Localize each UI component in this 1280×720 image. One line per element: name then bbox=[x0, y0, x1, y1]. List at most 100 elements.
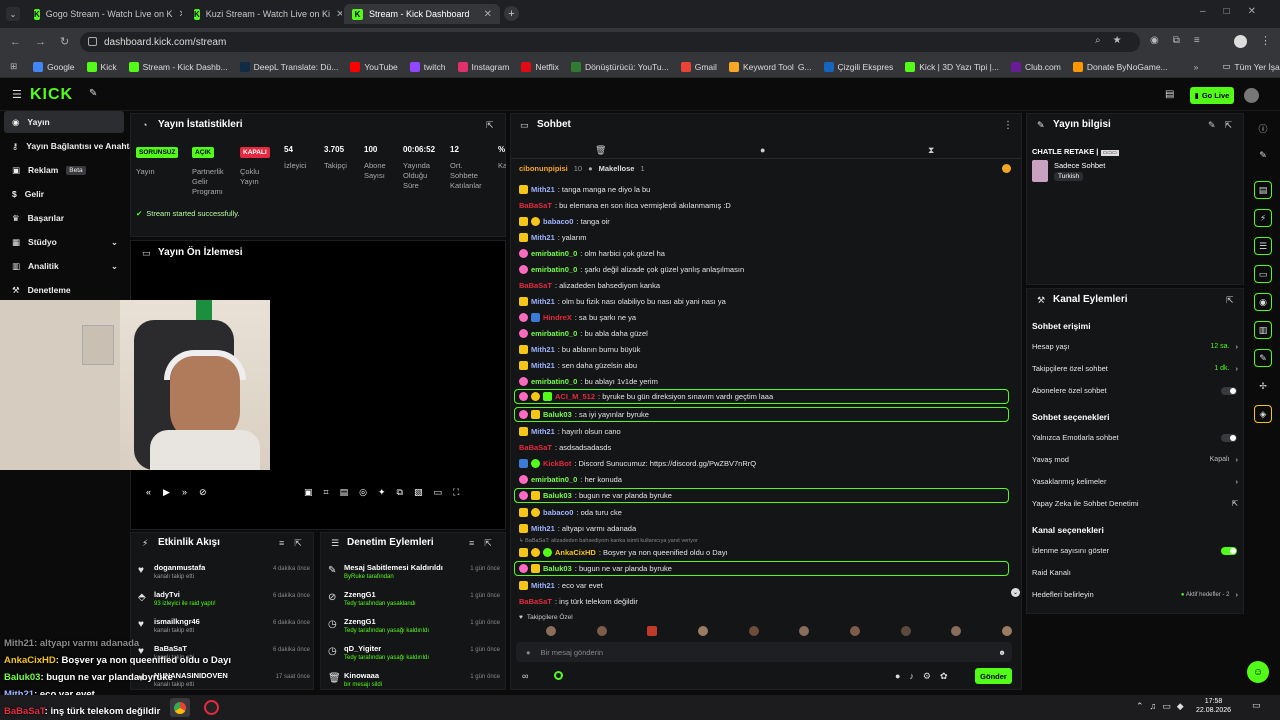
sidebar-item-reklam[interactable]: ▣ Reklam Beta bbox=[4, 159, 124, 181]
sidebar-item-basarilar[interactable]: ♛ Başarılar bbox=[4, 207, 124, 229]
apps-icon[interactable]: ⊞ bbox=[10, 61, 17, 72]
all-bookmarks[interactable]: ▭Tüm Yer İşaretleri bbox=[1222, 61, 1280, 72]
volume-off-icon[interactable]: ⊘ bbox=[199, 487, 207, 498]
profile-avatar[interactable] bbox=[1234, 35, 1247, 48]
chat-tool-icons[interactable]: ●♪⚙✿ bbox=[895, 671, 957, 682]
bookmark[interactable]: Kick | 3D Yazı Tipi |... bbox=[905, 61, 999, 72]
pin-icon[interactable]: ✎ bbox=[89, 88, 97, 99]
play-icon[interactable]: ▶ bbox=[163, 487, 170, 498]
spark-icon[interactable]: ∞ bbox=[522, 671, 528, 681]
zoom-star-icons[interactable]: ⌕★ bbox=[1095, 35, 1134, 46]
extension-icons[interactable]: ◉⧉≡ bbox=[1150, 35, 1214, 46]
rail-layout-icon[interactable]: ▤ bbox=[1254, 181, 1272, 199]
chat-input[interactable]: ● Bir mesaj gönderin ☻ bbox=[516, 642, 1012, 662]
pip-icon[interactable]: ⧉ bbox=[397, 487, 403, 498]
bookmark[interactable]: YouTube bbox=[350, 61, 398, 72]
browser-tab-active[interactable]: K Stream - Kick Dashboard ✕ bbox=[344, 4, 500, 24]
hourglass-icon[interactable]: ⧗ bbox=[928, 145, 934, 156]
bookmark[interactable]: Çizgili Ekspres bbox=[823, 61, 893, 72]
rail-puzzle-icon[interactable]: ✢ bbox=[1254, 377, 1272, 395]
clock[interactable]: 17:58 22.08.2026 bbox=[1196, 697, 1231, 715]
notification-icon[interactable]: ▭ bbox=[1252, 700, 1261, 711]
nav-buttons[interactable]: ←→↻ bbox=[10, 35, 83, 48]
app-taskbar-icon[interactable] bbox=[204, 700, 219, 715]
followers-chat-row[interactable]: Takipçilere özel sohbet 1 dk. › bbox=[1032, 364, 1238, 373]
close-icon[interactable]: ✕ bbox=[336, 9, 342, 20]
rail-extension-icon[interactable]: ◈ bbox=[1254, 405, 1272, 423]
close-icon[interactable]: ✕ bbox=[484, 9, 492, 20]
ai-moderation-row[interactable]: Yapay Zeka ile Sohbet Denetimi ⇱ bbox=[1032, 499, 1238, 508]
rewind-icon[interactable]: « bbox=[146, 487, 151, 498]
bookmark[interactable]: DeepL Translate: Dü... bbox=[239, 61, 338, 72]
popout-icon[interactable]: ⇱ bbox=[486, 120, 494, 131]
bookmark[interactable]: Instagram bbox=[457, 61, 509, 72]
target-icon[interactable]: ◎ bbox=[359, 487, 367, 498]
bookmark[interactable]: Club.com bbox=[1010, 61, 1061, 72]
edit-popout-icons[interactable]: ✎⇱ bbox=[1208, 120, 1241, 131]
category-thumbnail[interactable] bbox=[1032, 160, 1048, 182]
site-info-icon[interactable] bbox=[88, 37, 97, 46]
hamburger-icon[interactable]: ☰ bbox=[12, 88, 22, 101]
sidebar-item-stream-key[interactable]: ⚷ Yayın Bağlantısı ve Anahtarı bbox=[4, 135, 140, 157]
bookmark[interactable]: twitch bbox=[409, 61, 446, 72]
bookmark[interactable]: Keyword Tool G... bbox=[728, 61, 812, 72]
subs-chat-toggle[interactable] bbox=[1221, 387, 1237, 395]
go-live-button[interactable]: ▮ Go Live bbox=[1190, 87, 1234, 104]
kick-logo[interactable]: KICK bbox=[30, 86, 73, 104]
browser-tab[interactable]: KGogo Stream - Watch Live on K✕ bbox=[26, 4, 182, 24]
rail-pen-icon[interactable]: ✎ bbox=[1254, 146, 1272, 164]
rail-info-icon[interactable]: ⓘ bbox=[1254, 119, 1272, 137]
help-chat-button[interactable]: ☺ bbox=[1247, 661, 1269, 683]
rail-chat-icon[interactable]: ▭ bbox=[1254, 265, 1272, 283]
rail-broadcast-icon[interactable]: ◉ bbox=[1254, 293, 1272, 311]
bookmark[interactable]: Kick bbox=[86, 61, 117, 72]
new-tab-button[interactable]: + bbox=[504, 6, 519, 21]
info-icon[interactable] bbox=[1002, 164, 1011, 173]
fullscreen-icon[interactable]: ⛶ bbox=[453, 487, 459, 498]
menu-icon[interactable]: ⋮ bbox=[1260, 34, 1271, 47]
bookmark[interactable]: Google bbox=[33, 61, 75, 72]
layout-icon[interactable]: ▤ bbox=[340, 487, 349, 498]
emote-only-toggle[interactable] bbox=[1221, 434, 1237, 442]
tray-icons[interactable]: ⌃♫▭◆ bbox=[1136, 701, 1190, 712]
show-viewers-toggle[interactable] bbox=[1221, 547, 1237, 555]
user-avatar[interactable] bbox=[1244, 88, 1259, 103]
language-tag[interactable]: Turkish bbox=[1054, 172, 1084, 181]
browser-tab[interactable]: K Kuzi Stream - Watch Live on Ki ✕ bbox=[186, 4, 342, 24]
tab-search-icon[interactable]: ⌄ bbox=[6, 7, 20, 21]
bookmark[interactable]: Stream - Kick Dashb... bbox=[128, 61, 228, 72]
chrome-taskbar-icon[interactable] bbox=[170, 698, 190, 717]
points-icon[interactable] bbox=[554, 671, 563, 680]
url-bar[interactable]: dashboard.kick.com/stream bbox=[80, 32, 1140, 52]
crop-icon[interactable]: ⌗ bbox=[324, 487, 329, 498]
camera-icon[interactable]: ▣ bbox=[304, 487, 313, 498]
banned-words-row[interactable]: Yasaklanmış kelimeler › bbox=[1032, 477, 1238, 486]
clip-icon[interactable]: ▧ bbox=[414, 487, 423, 498]
bookmark[interactable]: Netflix bbox=[521, 61, 559, 72]
filter-popout-icons[interactable]: ≡⇱ bbox=[469, 538, 502, 549]
bookmark[interactable]: Gmail bbox=[680, 61, 717, 72]
popout-icon[interactable]: ⇱ bbox=[1226, 295, 1234, 306]
sidebar-item-denetleme[interactable]: ⚒ Denetleme bbox=[4, 279, 124, 301]
sidebar-item-gelir[interactable]: $ Gelir bbox=[4, 183, 124, 205]
sparkle-icon[interactable]: ✦ bbox=[378, 487, 386, 498]
sidebar-item-yayin[interactable]: ◉ Yayın bbox=[4, 111, 124, 133]
bookmark[interactable]: Dönüştürücü: YouTu... bbox=[570, 61, 669, 72]
category-label[interactable]: Sadece Sohbet bbox=[1054, 161, 1105, 170]
sidebar-item-analitik[interactable]: ▥ Analitik ⌄ bbox=[4, 255, 124, 277]
more-icon[interactable]: ⋮ bbox=[1003, 120, 1013, 131]
rail-wrench-icon[interactable]: ✎ bbox=[1254, 349, 1272, 367]
goals-row[interactable]: Hedefleri belirleyin ● Aktif hedefler - 2… bbox=[1032, 590, 1238, 599]
theater-icon[interactable]: ▭ bbox=[433, 487, 442, 498]
rail-stats-icon[interactable]: ▥ bbox=[1254, 321, 1272, 339]
chevron-right-icon[interactable]: » bbox=[1194, 62, 1199, 72]
trash-icon[interactable]: 🗑 bbox=[595, 145, 606, 156]
bookmark[interactable]: Donate ByNoGame... bbox=[1072, 61, 1168, 72]
screen-icon[interactable]: ▤ bbox=[1165, 89, 1174, 100]
close-icon[interactable]: ✕ bbox=[179, 9, 182, 20]
rail-list-icon[interactable]: ☰ bbox=[1254, 237, 1272, 255]
sidebar-item-studyo[interactable]: ▦ Stüdyo ⌄ bbox=[4, 231, 124, 253]
raid-channel-row[interactable]: Raid Kanalı bbox=[1032, 568, 1238, 577]
rail-lightning-icon[interactable]: ⚡ bbox=[1254, 209, 1272, 227]
speech-icon[interactable]: ● bbox=[760, 145, 765, 155]
